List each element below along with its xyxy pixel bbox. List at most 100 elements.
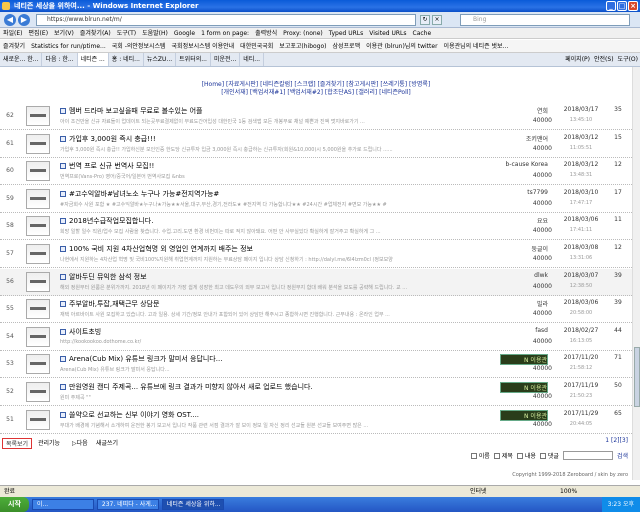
tab-item-active[interactable]: 네티즌 ...: [77, 53, 109, 66]
fav-item[interactable]: 대한민국국회: [237, 40, 276, 52]
post-author[interactable]: 둥글이: [500, 244, 548, 253]
post-title[interactable]: 알바두딘 뮤익한 삼석 정보: [60, 272, 480, 282]
post-author[interactable]: N 이용관: [500, 354, 548, 366]
post-row[interactable]: 53 Arena(Cub Mix) 유튜브 링크가 말미서 응답니다... Aren…: [0, 351, 632, 379]
menu-help[interactable]: 도움말(H): [139, 28, 171, 38]
post-author[interactable]: 연희: [500, 106, 548, 115]
post-thumbnail[interactable]: [26, 216, 50, 237]
maximize-button[interactable]: □: [617, 1, 627, 11]
forward-button[interactable]: ▶: [18, 14, 30, 26]
fav-item[interactable]: 국회 -의안정보시스템: [109, 40, 169, 52]
menu-tools[interactable]: 도구(T): [114, 28, 139, 38]
menu-cache[interactable]: Cache: [410, 28, 435, 38]
menu-favorites[interactable]: 즐겨찾기(A): [77, 28, 114, 38]
post-title[interactable]: 100% 국비 지원 4차산업혁명 외 영업인 연계까지 배주는 정보: [60, 244, 480, 254]
post-title[interactable]: 멤버 드라마 보고싶을때 무료로 볼수있는 어플: [60, 106, 480, 116]
menu-output[interactable]: 출력방식: [252, 28, 280, 38]
page-menu-button[interactable]: 페이지(P): [563, 53, 592, 66]
board-nav-line1[interactable]: [Home] [자료게시판] [네티즌칼럼] [스크랩] [즐겨찾기] [참고게…: [0, 81, 632, 89]
post-thumbnail[interactable]: [26, 188, 50, 209]
board-search-button[interactable]: 검색: [617, 451, 628, 460]
post-row[interactable]: 52 만원영원 캔디 주제곡... 유튜브에 링크 결과가 미향지 않아서 새로 …: [0, 379, 632, 406]
tab-item[interactable]: 네티...: [240, 53, 265, 66]
manage-button[interactable]: 관리기능: [38, 438, 60, 447]
post-title[interactable]: 가입후 3,000원 즉시 충급!!!: [60, 134, 480, 144]
post-title[interactable]: 2018년수급작업모집합니다.: [60, 216, 480, 226]
post-row[interactable]: 54 사이트초빙 http://kookookoo.dothome.co.kr/fa…: [0, 324, 632, 351]
search-opt-name[interactable]: 이름: [470, 451, 490, 460]
fav-item[interactable]: 즐겨찾기: [0, 40, 28, 52]
post-title[interactable]: Arena(Cub Mix) 유튜브 링크가 말미서 응답니다...: [60, 354, 480, 364]
tab-item[interactable]: 다음 : 한...: [42, 53, 78, 66]
post-title[interactable]: 주부알바,투잡,재택근무 상담문: [60, 299, 480, 309]
post-thumbnail[interactable]: [26, 326, 50, 347]
post-author[interactable]: 빌라: [500, 299, 548, 308]
search-opt-comment[interactable]: 댓글: [539, 451, 559, 460]
taskbar-item-active[interactable]: 네티즌 세상을 위하...: [161, 499, 224, 510]
post-row[interactable]: 51 쓸약으로 선교하는 신부 이야기 영화 OST.... 부대가 배경에 기념해…: [0, 407, 632, 434]
url-input[interactable]: https://www.blrun.net/m/: [36, 14, 416, 26]
fav-item[interactable]: 삼성프로맥: [330, 40, 364, 52]
post-row[interactable]: 58 2018년수급작업모집합니다. 희망 일할 일수 직원/업수 모집 사람을 찾…: [0, 213, 632, 241]
tab-item[interactable]: 뉴스ZU...: [144, 53, 177, 66]
post-author[interactable]: N 이용관: [500, 382, 548, 393]
post-thumbnail[interactable]: [26, 244, 50, 264]
close-button[interactable]: ×: [628, 1, 638, 11]
post-author[interactable]: dlwk: [500, 272, 548, 279]
menu-visited-urls[interactable]: Visited URLs: [366, 28, 409, 38]
fav-item[interactable]: 이용관님의 네티즌 벗보...: [441, 40, 512, 52]
post-title[interactable]: 쓸약으로 선교하는 신부 이야기 영화 OST....: [60, 410, 480, 420]
refresh-button[interactable]: ↻: [420, 15, 430, 25]
menu-google[interactable]: Google: [171, 28, 198, 38]
taskbar-item[interactable]: 이...: [31, 499, 94, 510]
menu-view[interactable]: 보기(V): [51, 28, 77, 38]
post-author[interactable]: N 이용관: [500, 409, 548, 421]
menu-proxy[interactable]: Proxy: (none): [280, 28, 326, 38]
post-thumbnail[interactable]: [26, 354, 50, 375]
menu-file[interactable]: 파일(E): [0, 28, 26, 38]
post-row[interactable]: 61 가입후 3,000원 즉시 충급!!! 가입후 3,000원 즉시 충급!! …: [0, 131, 632, 158]
list-button[interactable]: 목록보기: [2, 438, 33, 449]
fav-item[interactable]: Statistics for run/ptime...: [28, 40, 109, 52]
post-title[interactable]: 번역 프로 신규 번역사 모집!!: [60, 161, 480, 171]
menu-typed-urls[interactable]: Typed URLs: [326, 28, 367, 38]
minimize-button[interactable]: _: [606, 1, 616, 11]
write-button[interactable]: 새글쓰기: [96, 438, 118, 447]
scrollbar-thumb[interactable]: [634, 347, 640, 407]
post-title[interactable]: 만원영원 캔디 주제곡... 유튜브에 링크 결과가 미향지 않아서 새로 업로…: [60, 382, 480, 392]
post-author[interactable]: 조키맨어: [500, 134, 548, 143]
post-thumbnail[interactable]: [26, 409, 50, 430]
fav-item[interactable]: 이용관 (blrun)님의 twitter: [363, 40, 440, 52]
post-thumbnail[interactable]: [26, 299, 50, 320]
post-author[interactable]: b-cause Korea: [500, 161, 549, 168]
safety-menu-button[interactable]: 안전(S): [592, 53, 616, 66]
menu-edit[interactable]: 편집(E): [26, 28, 52, 38]
post-thumbnail[interactable]: [26, 161, 50, 182]
stop-button[interactable]: ×: [432, 15, 442, 25]
post-row[interactable]: 55 주부알바,투잡,재택근무 상담문 재택 아르바이트 사원 모집하고 있습니다.…: [0, 296, 632, 324]
post-row[interactable]: 60 번역 프로 신규 번역사 모집!! 번역프로(Vans-Pro) 영어/중국어…: [0, 158, 632, 186]
post-row[interactable]: 59 #고수익알바#남녀노소 누구나 가능#전지역가능# #자금회수 사원 포함 ★…: [0, 186, 632, 213]
zoom-level[interactable]: 100%: [560, 486, 577, 497]
post-row[interactable]: 57 100% 국비 지원 4차산업혁명 외 영업인 연계까지 배주는 정보 나현에…: [0, 241, 632, 268]
post-author[interactable]: ts7799: [500, 189, 548, 196]
pagination[interactable]: 1 [2][3]: [605, 437, 628, 444]
post-title[interactable]: 사이트초빙: [60, 327, 480, 337]
post-title[interactable]: #고수익알바#남녀노소 누구나 가능#전지역가능#: [60, 189, 480, 199]
search-opt-content[interactable]: 내용: [516, 451, 536, 460]
post-author[interactable]: 요요: [500, 216, 548, 225]
post-thumbnail[interactable]: [26, 106, 50, 126]
search-opt-title[interactable]: 제목: [493, 451, 513, 460]
tools-menu-button[interactable]: 도구(O): [616, 53, 640, 66]
fav-item[interactable]: 국회정보시스템 이용안내: [169, 40, 238, 52]
scrollbar[interactable]: [632, 67, 640, 480]
post-row[interactable]: 62 멤버 드라마 보고싶을때 무료로 볼수있는 어플 아이 조건만을 신규 자료들…: [0, 103, 632, 130]
tab-item[interactable]: 미운전...: [211, 53, 241, 66]
fav-item[interactable]: 보고포고(hibogo): [276, 40, 329, 52]
post-thumbnail[interactable]: [26, 271, 50, 292]
search-input[interactable]: Bing: [460, 14, 630, 26]
board-search-input[interactable]: [562, 451, 613, 460]
back-button[interactable]: ◀: [4, 14, 16, 26]
board-nav-line2[interactable]: [개인서재] [백업서재#1] [백업서재#2] [합조단AS] [갤러리] […: [0, 89, 632, 97]
post-author[interactable]: fasd: [500, 327, 548, 334]
